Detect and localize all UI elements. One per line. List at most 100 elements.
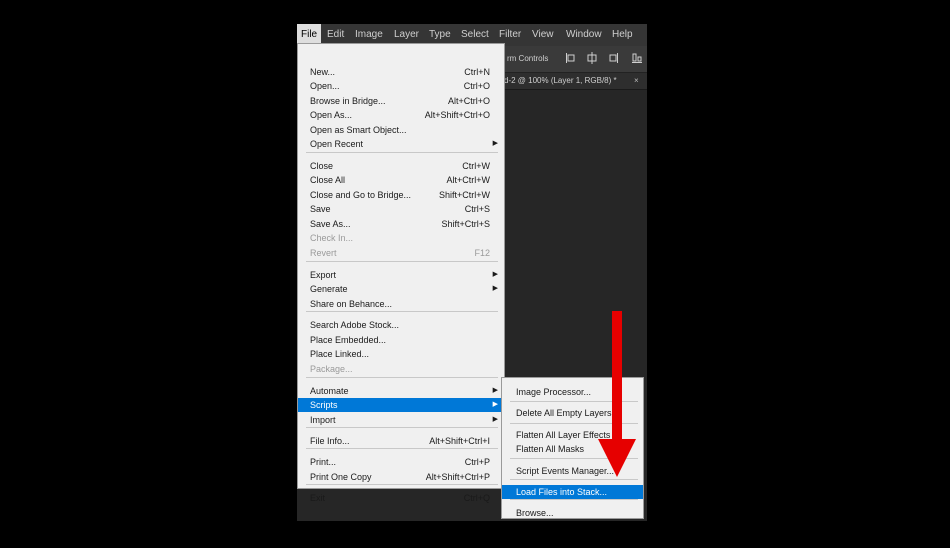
menu-item-close[interactable]: Close Ctrl+W xyxy=(298,159,504,173)
menu-separator xyxy=(306,448,498,449)
menu-item-label: Open As... xyxy=(310,110,353,120)
align-right-icon[interactable] xyxy=(607,52,619,64)
menu-item-scripts[interactable]: Scripts ▶ xyxy=(298,398,504,412)
submenu-arrow-icon: ▶ xyxy=(492,401,498,408)
menu-item-shortcut: Ctrl+N xyxy=(464,67,490,77)
file-menu: New... Ctrl+N Open... Ctrl+O Browse in Bridg… xyxy=(297,43,505,503)
menu-item-print[interactable]: Print... Ctrl+P xyxy=(298,455,504,469)
menu-item-shortcut: Ctrl+W xyxy=(462,161,490,171)
script-item-load-files-into-stack[interactable]: Load Files into Stack... xyxy=(502,485,643,499)
menu-item-label: Check In... xyxy=(310,233,354,243)
menu-item-label: Generate xyxy=(310,284,348,294)
menu-item-label: Package... xyxy=(310,364,353,374)
menu-item-open[interactable]: Open... Ctrl+O xyxy=(298,79,504,93)
menu-item-revert: Revert F12 xyxy=(298,246,504,260)
menu-item-label: Save As... xyxy=(310,219,351,229)
menu-item-shortcut: Ctrl+S xyxy=(464,204,490,214)
submenu-arrow-icon: ▶ xyxy=(492,140,498,147)
menu-item-label: Search Adobe Stock... xyxy=(310,320,400,330)
menu-item-open-recent[interactable]: Open Recent ▶ xyxy=(298,137,504,151)
menu-item-label: Open as Smart Object... xyxy=(310,125,407,135)
menu-item-label: Save xyxy=(310,204,331,214)
submenu-arrow-icon: ▶ xyxy=(492,416,498,423)
transform-controls-label[interactable]: rm Controls xyxy=(507,46,548,72)
menu-item-shortcut: Alt+Ctrl+W xyxy=(446,175,490,185)
menu-window[interactable]: Window xyxy=(562,24,606,46)
menu-item-label: Browse in Bridge... xyxy=(310,96,386,106)
menu-item-shortcut: Alt+Shift+Ctrl+P xyxy=(425,472,490,482)
menu-item-label: Import xyxy=(310,415,336,425)
menu-item-label: Close All xyxy=(310,175,346,185)
align-left-icon[interactable] xyxy=(565,52,577,64)
menu-item-shortcut: Ctrl+P xyxy=(464,457,490,467)
menu-item-label: Close xyxy=(310,161,334,171)
submenu-arrow-icon: ▶ xyxy=(492,285,498,292)
menu-item-label: Open Recent xyxy=(310,139,364,149)
align-center-icon[interactable] xyxy=(586,52,598,64)
menu-item-label: Print... xyxy=(310,457,337,467)
close-icon[interactable]: × xyxy=(634,73,639,89)
menu-item-shortcut: Ctrl+O xyxy=(463,81,490,91)
menu-item-automate[interactable]: Automate ▶ xyxy=(298,384,504,398)
menu-item-label: Open... xyxy=(310,81,340,91)
menu-item-place-embedded[interactable]: Place Embedded... xyxy=(298,333,504,347)
menu-item-shortcut: Ctrl+Q xyxy=(463,493,490,503)
menu-item-close-all[interactable]: Close All Alt+Ctrl+W xyxy=(298,173,504,187)
menu-item-print-one-copy[interactable]: Print One Copy Alt+Shift+Ctrl+P xyxy=(298,470,504,484)
menu-separator xyxy=(306,377,498,378)
menu-item-label: Image Processor... xyxy=(516,387,592,397)
menu-help[interactable]: Help xyxy=(608,24,637,46)
menu-item-search-adobe-stock[interactable]: Search Adobe Stock... xyxy=(298,318,504,332)
menu-item-import[interactable]: Import ▶ xyxy=(298,413,504,427)
menu-item-browse-in-bridge[interactable]: Browse in Bridge... Alt+Ctrl+O xyxy=(298,94,504,108)
menu-view[interactable]: View xyxy=(528,24,558,46)
menu-item-open-as[interactable]: Open As... Alt+Shift+Ctrl+O xyxy=(298,108,504,122)
menu-item-label: Share on Behance... xyxy=(310,299,393,309)
menu-separator xyxy=(510,499,638,500)
menu-item-open-as-smart-object[interactable]: Open as Smart Object... xyxy=(298,123,504,137)
menu-item-label: Exit xyxy=(310,493,326,503)
align-bottom-icon[interactable] xyxy=(631,52,643,64)
menu-item-save-as[interactable]: Save As... Shift+Ctrl+S xyxy=(298,217,504,231)
menu-item-shortcut: F12 xyxy=(474,248,490,258)
menu-item-check-in: Check In... xyxy=(298,231,504,245)
menu-item-label: Place Linked... xyxy=(310,349,370,359)
menu-separator xyxy=(306,152,498,153)
menu-item-label: Export xyxy=(310,270,337,280)
menu-separator xyxy=(306,311,498,312)
menu-item-shortcut: Alt+Shift+Ctrl+I xyxy=(429,436,490,446)
menu-item-file-info[interactable]: File Info... Alt+Shift+Ctrl+I xyxy=(298,434,504,448)
menu-item-new[interactable]: New... Ctrl+N xyxy=(298,65,504,79)
red-arrow-icon xyxy=(598,311,636,477)
menu-item-exit[interactable]: Exit Ctrl+Q xyxy=(298,491,504,505)
menu-item-label: Browse... xyxy=(516,508,554,518)
menu-item-label: Flatten All Masks xyxy=(516,444,585,454)
menu-item-shortcut: Alt+Shift+Ctrl+O xyxy=(424,110,490,120)
menu-item-label: File Info... xyxy=(310,436,350,446)
menu-separator xyxy=(306,484,498,485)
menu-item-export[interactable]: Export ▶ xyxy=(298,268,504,282)
menu-item-close-and-go-to-bridge[interactable]: Close and Go to Bridge... Shift+Ctrl+W xyxy=(298,188,504,202)
menu-item-save[interactable]: Save Ctrl+S xyxy=(298,202,504,216)
menu-separator xyxy=(306,261,498,262)
menu-item-label: Load Files into Stack... xyxy=(516,487,608,497)
menu-separator xyxy=(510,479,638,480)
menu-item-label: Place Embedded... xyxy=(310,335,387,345)
menu-item-share-on-behance[interactable]: Share on Behance... xyxy=(298,297,504,311)
menu-item-label: Scripts xyxy=(310,400,338,410)
menu-item-label: Automate xyxy=(310,386,349,396)
photoshop-window: File Edit Image Layer Type Select Filter… xyxy=(297,24,647,521)
submenu-arrow-icon: ▶ xyxy=(492,387,498,394)
document-tab-title[interactable]: d-2 @ 100% (Layer 1, RGB/8) * xyxy=(504,73,617,89)
menu-item-generate[interactable]: Generate ▶ xyxy=(298,282,504,296)
submenu-arrow-icon: ▶ xyxy=(492,271,498,278)
menu-item-package: Package... xyxy=(298,362,504,376)
menu-item-label: Close and Go to Bridge... xyxy=(310,190,412,200)
menu-item-shortcut: Shift+Ctrl+W xyxy=(438,190,490,200)
menu-item-place-linked[interactable]: Place Linked... xyxy=(298,347,504,361)
menu-separator xyxy=(306,427,498,428)
menu-item-label: Revert xyxy=(310,248,337,258)
script-item-browse[interactable]: Browse... xyxy=(502,506,643,520)
menu-item-shortcut: Shift+Ctrl+S xyxy=(441,219,490,229)
menu-item-label: New... xyxy=(310,67,336,77)
